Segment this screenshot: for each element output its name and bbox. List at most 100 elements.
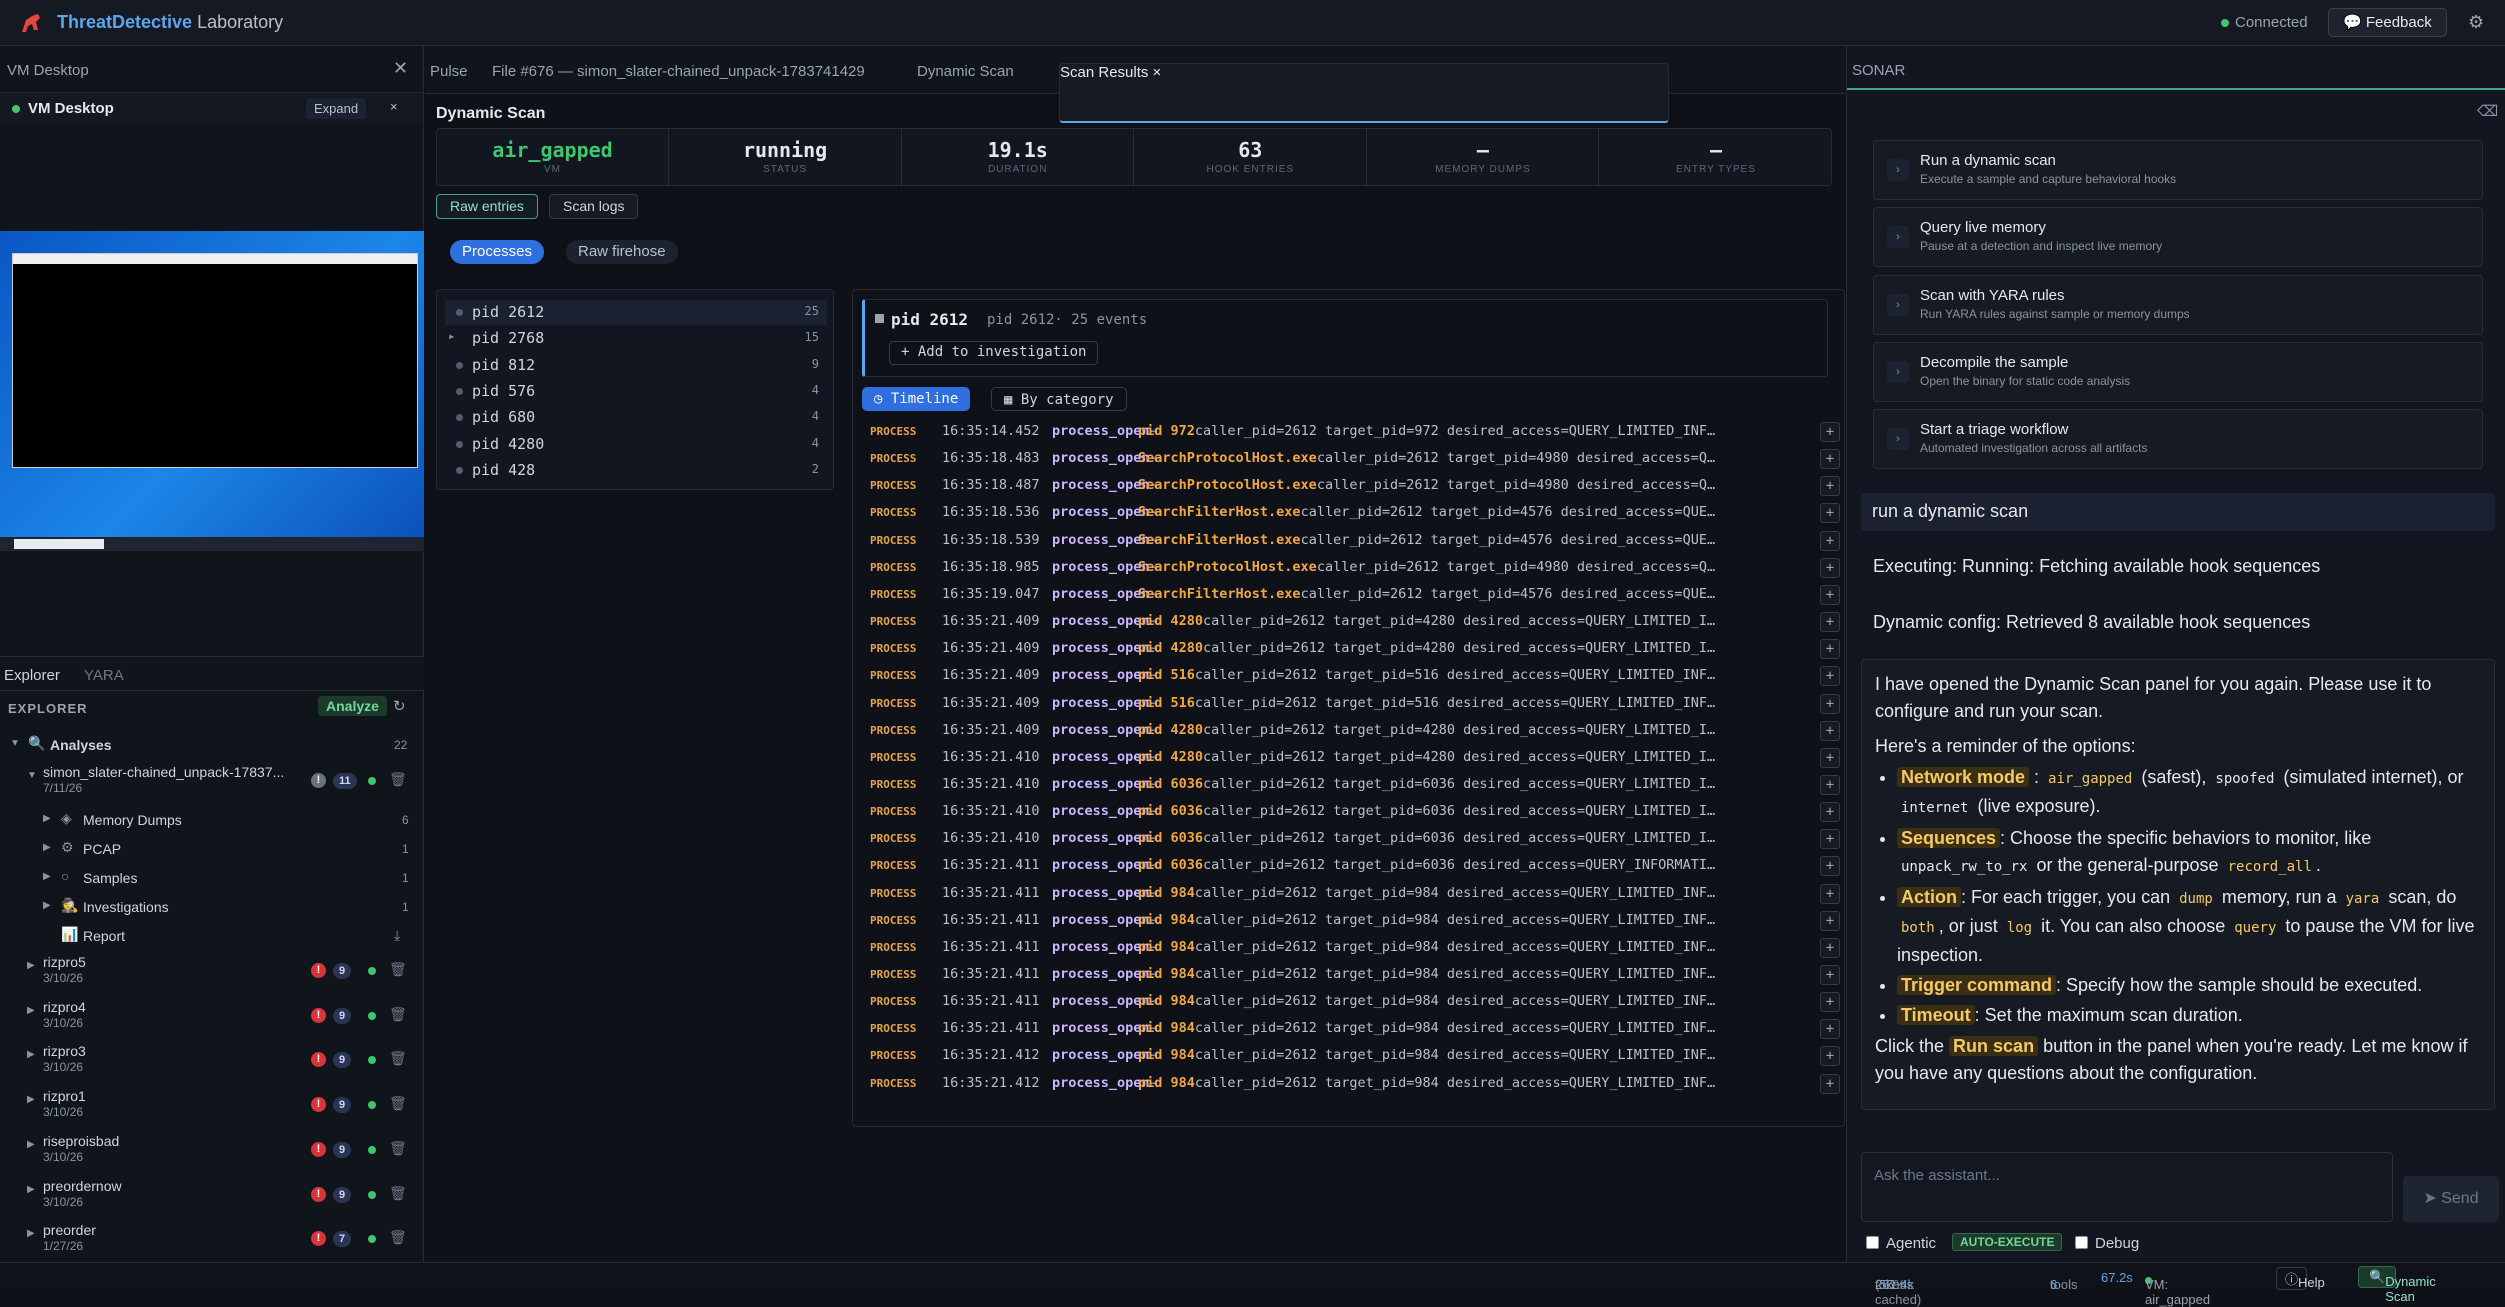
feedback-button[interactable]: 💬 Feedback <box>2328 8 2447 37</box>
add-event-button[interactable]: + <box>1820 693 1840 714</box>
trash-icon[interactable]: 🗑 <box>389 1229 407 1246</box>
add-event-button[interactable]: + <box>1820 422 1840 442</box>
add-event-button[interactable]: + <box>1820 530 1840 551</box>
add-event-button[interactable]: + <box>1820 720 1840 741</box>
add-event-button[interactable]: + <box>1820 476 1840 497</box>
send-button[interactable]: ➤ Send <box>2403 1176 2499 1222</box>
add-event-button[interactable]: + <box>1820 992 1840 1013</box>
action-card[interactable]: › Run a dynamic scan Execute a sample and … <box>1873 140 2483 200</box>
event-row[interactable]: PROCESS 16:35:18.539 process_open→ SearchFi… <box>870 528 1840 555</box>
add-event-button[interactable]: + <box>1820 910 1840 931</box>
event-row[interactable]: PROCESS 16:35:21.412 process_open→ pid 984c… <box>870 1071 1840 1098</box>
add-event-button[interactable]: + <box>1820 666 1840 687</box>
add-event-button[interactable]: + <box>1820 774 1840 795</box>
scan-logs-button[interactable]: Scan logs <box>549 194 639 219</box>
add-event-button[interactable]: + <box>1820 449 1840 470</box>
vm-screen[interactable] <box>0 231 424 551</box>
add-event-button[interactable]: + <box>1820 937 1840 958</box>
action-card[interactable]: › Start a triage workflow Automated invest… <box>1873 409 2483 470</box>
event-row[interactable]: PROCESS 16:35:18.487 process_open→ SearchPr… <box>870 473 1840 500</box>
event-row[interactable]: PROCESS 16:35:21.410 process_open→ pid 6036… <box>870 799 1840 826</box>
raw-entries-button[interactable]: Raw entries <box>436 194 538 219</box>
trash-icon[interactable]: 🗑 <box>389 771 407 788</box>
trash-icon[interactable]: 🗑 <box>389 961 407 978</box>
add-event-button[interactable]: + <box>1820 612 1840 633</box>
tab-pulse[interactable]: Pulse <box>430 63 468 80</box>
tree-item-memory-dumps[interactable]: ▶ ◈ Memory Dumps 6 <box>0 809 424 831</box>
action-card[interactable]: › Decompile the sample Open the binary for… <box>1873 341 2483 402</box>
event-row[interactable]: PROCESS 16:35:21.410 process_open→ pid 6036… <box>870 772 1840 799</box>
processes-pill[interactable]: Processes <box>450 240 545 264</box>
tab-explorer[interactable]: Explorer <box>4 667 60 684</box>
tree-item-pcap[interactable]: ▶ ⚙ PCAP 1 <box>0 838 424 860</box>
event-row[interactable]: PROCESS 16:35:14.452 process_open→ pid 972c… <box>870 419 1840 446</box>
event-row[interactable]: PROCESS 16:35:18.985 process_open→ SearchPr… <box>870 555 1840 582</box>
help-button[interactable]: ⓘ Help <box>2276 1267 2325 1290</box>
tab-scan-results[interactable]: Scan Results × <box>1059 63 1669 123</box>
analysis-item[interactable]: ▶ rizpro3 3/10/26! 9 🗑 <box>0 1043 424 1077</box>
event-row[interactable]: PROCESS 16:35:21.409 process_open→ pid 4280… <box>870 636 1840 663</box>
tab-dynamic-scan[interactable]: Dynamic Scan <box>917 63 1014 80</box>
trash-icon[interactable]: 🗑 <box>389 1050 407 1067</box>
debug-checkbox[interactable] <box>2075 1236 2088 1249</box>
vm-close-button[interactable]: × <box>390 99 398 114</box>
add-event-button[interactable]: + <box>1820 802 1840 823</box>
tree-item-investigations[interactable]: ▶ 🕵 Investigations 1 <box>0 896 424 918</box>
process-row[interactable]: pid 4280 4 <box>445 432 827 457</box>
eraser-icon[interactable]: ⌫ <box>2477 102 2498 120</box>
add-event-button[interactable]: + <box>1820 1073 1840 1094</box>
tree-item-samples[interactable]: ▶ ○ Samples 1 <box>0 867 424 889</box>
add-event-button[interactable]: + <box>1820 856 1840 877</box>
add-to-investigation-button[interactable]: + Add to investigation <box>889 341 1099 365</box>
add-event-button[interactable]: + <box>1820 1019 1840 1040</box>
process-row[interactable]: pid 576 4 <box>445 379 827 404</box>
event-row[interactable]: PROCESS 16:35:21.411 process_open→ pid 984c… <box>870 989 1840 1016</box>
process-row[interactable]: pid 812 9 <box>445 353 827 378</box>
trash-icon[interactable]: 🗑 <box>389 1185 407 1202</box>
add-event-button[interactable]: + <box>1820 639 1840 660</box>
process-row[interactable]: ▸ pid 2768 15 <box>445 326 827 351</box>
trash-icon[interactable]: 🗑 <box>389 1006 407 1023</box>
event-row[interactable]: PROCESS 16:35:21.411 process_open→ pid 984c… <box>870 881 1840 908</box>
event-row[interactable]: PROCESS 16:35:21.411 process_open→ pid 984c… <box>870 962 1840 989</box>
process-row[interactable]: pid 2612 25 <box>445 300 827 325</box>
raw-firehose-pill[interactable]: Raw firehose <box>566 240 678 264</box>
analyses-group[interactable]: ▼ 🔍 Analyses 22 <box>0 734 424 756</box>
add-event-button[interactable]: + <box>1820 829 1840 850</box>
close-icon[interactable]: × <box>1153 64 1162 81</box>
event-row[interactable]: PROCESS 16:35:21.409 process_open→ pid 4280… <box>870 609 1840 636</box>
by-category-tab[interactable]: ▦ By category <box>991 387 1127 411</box>
refresh-icon[interactable]: ↻ <box>393 697 406 715</box>
event-row[interactable]: PROCESS 16:35:21.411 process_open→ pid 6036… <box>870 853 1840 880</box>
dynamic-scan-status-button[interactable]: 🔍 Dynamic Scan <box>2358 1266 2436 1304</box>
event-row[interactable]: PROCESS 16:35:21.411 process_open→ pid 984c… <box>870 935 1840 962</box>
expand-button[interactable]: Expand <box>306 98 367 119</box>
add-event-button[interactable]: + <box>1820 965 1840 985</box>
process-row[interactable]: pid 428 2 <box>445 458 827 483</box>
add-event-button[interactable]: + <box>1820 747 1840 768</box>
analysis-item[interactable]: ▶ preorder 1/27/26! 7 🗑 <box>0 1222 424 1256</box>
assistant-input[interactable]: Ask the assistant... <box>1861 1152 2393 1222</box>
analysis-item[interactable]: ▶ riseproisbad 3/10/26! 9 🗑 <box>0 1133 424 1167</box>
download-icon[interactable]: ⤓ <box>394 927 400 944</box>
event-row[interactable]: PROCESS 16:35:21.409 process_open→ pid 4280… <box>870 718 1840 745</box>
tree-item-report[interactable]: 📊 Report ⤓ <box>0 925 424 947</box>
event-row[interactable]: PROCESS 16:35:19.047 process_open→ SearchFi… <box>870 582 1840 609</box>
add-event-button[interactable]: + <box>1820 584 1840 605</box>
chevron-right-icon[interactable]: ▸ <box>448 329 455 343</box>
action-card[interactable]: › Query live memory Pause at a detection a… <box>1873 207 2483 268</box>
analysis-item[interactable]: ▶ rizpro1 3/10/26! 9 🗑 <box>0 1088 424 1122</box>
tab-yara[interactable]: YARA <box>84 667 124 684</box>
event-row[interactable]: PROCESS 16:35:18.536 process_open→ SearchFi… <box>870 500 1840 527</box>
event-row[interactable]: PROCESS 16:35:21.412 process_open→ pid 984c… <box>870 1043 1840 1070</box>
event-row[interactable]: PROCESS 16:35:21.411 process_open→ pid 984c… <box>870 1016 1840 1043</box>
event-row[interactable]: PROCESS 16:35:21.410 process_open→ pid 4280… <box>870 745 1840 772</box>
event-row[interactable]: PROCESS 16:35:21.409 process_open→ pid 516c… <box>870 691 1840 718</box>
event-row[interactable]: PROCESS 16:35:18.483 process_open→ SearchPr… <box>870 446 1840 473</box>
gear-icon[interactable]: ⚙ <box>2468 12 2484 33</box>
trash-icon[interactable]: 🗑 <box>389 1095 407 1112</box>
close-icon[interactable]: ✕ <box>393 58 408 79</box>
process-row[interactable]: pid 680 4 <box>445 405 827 430</box>
tab-file[interactable]: File #676 — simon_slater-chained_unpack-… <box>492 63 865 80</box>
analyze-button[interactable]: Analyze <box>318 696 387 716</box>
